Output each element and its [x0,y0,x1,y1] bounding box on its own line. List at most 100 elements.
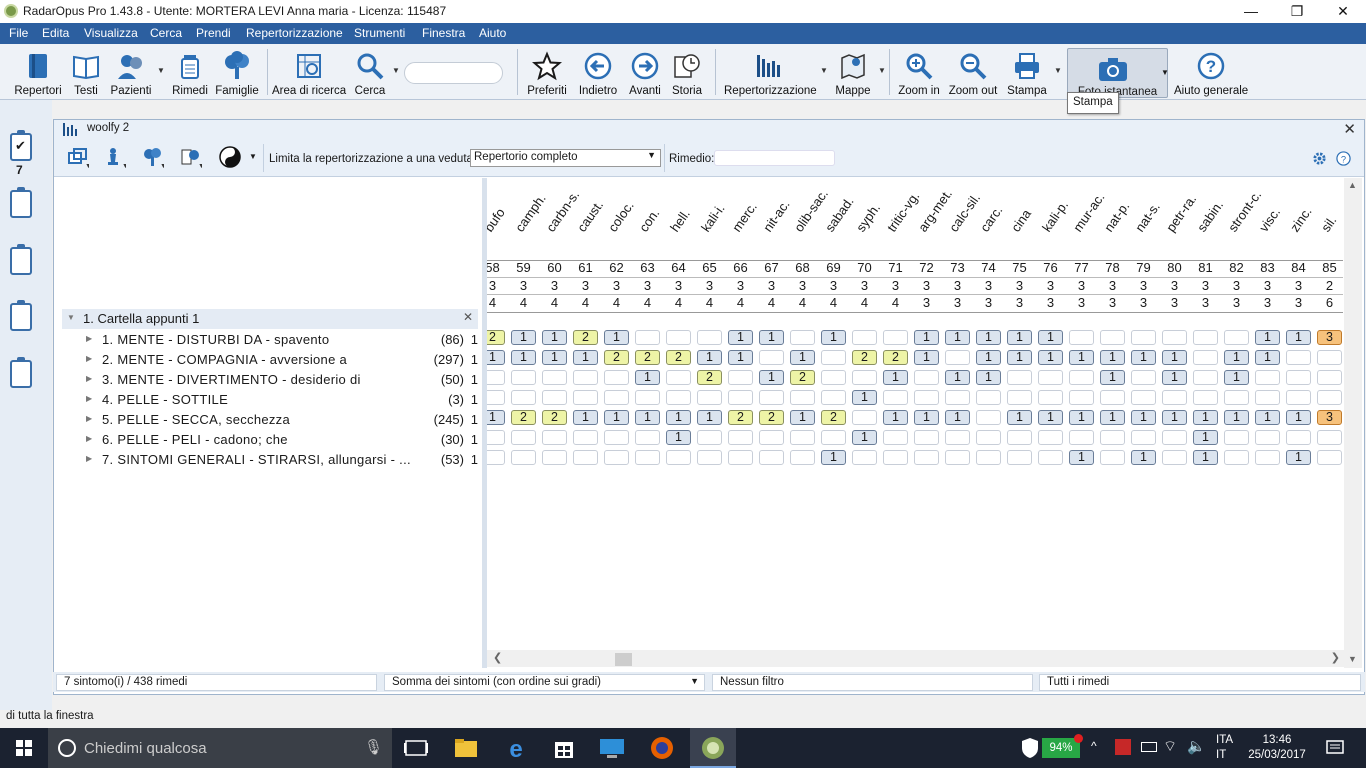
grade-cell[interactable] [1069,330,1094,345]
remedy-column[interactable]: cina 75 3 3 1 1 1 [1004,178,1035,668]
grade-cell[interactable] [1131,330,1156,345]
symptom-row[interactable]: ▶ 6. PELLE - PELI - cadono; che (30) 1 [54,430,482,450]
grade-cell[interactable] [635,430,660,445]
toolbar-search-input[interactable] [404,62,503,84]
menu-edita[interactable]: Edita [42,26,69,40]
grade-cell[interactable]: 2 [790,370,815,385]
grade-cell[interactable]: 2 [573,330,598,345]
grade-cell[interactable] [976,390,1001,405]
grade-cell[interactable]: 1 [697,410,722,425]
grade-cell[interactable]: 2 [635,350,660,365]
remedy-column[interactable]: merc. 66 3 4 1 1 2 [725,178,760,668]
grade-cell[interactable]: 1 [1255,410,1280,425]
grade-cell[interactable]: 1 [697,350,722,365]
stampa-button[interactable]: Stampa ▼ [1004,44,1062,100]
grade-cell[interactable] [542,450,567,465]
family-tree-icon[interactable]: ▼ [142,146,164,168]
grade-cell[interactable]: 1 [1286,330,1311,345]
grade-cell[interactable]: 1 [1069,350,1094,365]
grade-cell[interactable] [759,450,784,465]
grade-cell[interactable] [604,370,629,385]
grade-cell[interactable] [1162,390,1187,405]
gear-icon[interactable] [1312,151,1327,166]
horizontal-scrollbar[interactable]: ❮ ❯ [487,650,1344,667]
grade-cell[interactable] [883,390,908,405]
grade-cell[interactable] [821,370,846,385]
grade-cell[interactable] [573,370,598,385]
clipboard-1-icon[interactable]: ✔ [10,130,32,161]
remedy-column[interactable]: kali-p. 76 3 3 1 1 1 [1035,178,1071,668]
grade-cell[interactable]: 1 [852,390,877,405]
grade-cell[interactable] [1100,450,1125,465]
windows-start-icon[interactable] [0,728,48,768]
grade-cell[interactable] [790,430,815,445]
grade-cell[interactable] [945,430,970,445]
grade-cell[interactable] [728,450,753,465]
istantanea-dropdown-icon[interactable]: ▼ [1161,68,1169,77]
repertorizzazione-dropdown-icon[interactable]: ▼ [820,66,828,75]
grade-cell[interactable] [1162,430,1187,445]
grade-cell[interactable] [852,410,877,425]
remedy-column[interactable]: sil. 85 2 6 3 3 [1314,178,1343,668]
grade-cell[interactable] [728,430,753,445]
symptom-row[interactable]: ▶ 5. PELLE - SECCA, secchezza (245) 1 [54,410,482,430]
grade-cell[interactable] [945,450,970,465]
grade-cell[interactable]: 1 [1100,410,1125,425]
repertori-button[interactable]: Repertori [12,44,64,100]
remedy-column[interactable]: zinc. 84 3 3 1 1 1 [1283,178,1315,668]
grade-cell[interactable] [487,450,505,465]
grade-cell[interactable] [1131,430,1156,445]
grade-cell[interactable]: 2 [883,350,908,365]
grade-cell[interactable] [511,370,536,385]
method-select[interactable]: Somma dei sintomi (con ordine sui gradi)… [384,674,705,691]
grade-cell[interactable] [945,390,970,405]
grade-cell[interactable] [821,350,846,365]
rimedi-button[interactable]: Rimedi [172,44,208,100]
mappe-dropdown-icon[interactable]: ▼ [878,66,886,75]
remedy-column[interactable]: sabad. 69 3 4 1 2 1 [818,178,857,668]
grade-cell[interactable] [1193,370,1218,385]
expand-icon[interactable]: ▶ [86,354,92,363]
security-icon[interactable] [1016,734,1044,762]
help-circle-icon[interactable]: ? [1336,151,1351,166]
grade-cell[interactable]: 1 [487,410,505,425]
grade-cell[interactable] [1038,390,1063,405]
yin-yang-icon[interactable] [219,146,241,168]
clipboard-4-icon[interactable] [10,300,32,331]
folder-close-icon[interactable]: ✕ [463,310,473,324]
battery-tray-icon[interactable] [1141,742,1157,752]
remedies-field[interactable]: Tutti i rimedi [1039,674,1361,691]
grade-cell[interactable]: 1 [1286,410,1311,425]
area-di-ricerca-button[interactable]: Area di ricerca [272,44,346,100]
grade-cell[interactable]: 2 [821,410,846,425]
grade-cell[interactable] [487,370,505,385]
grade-cell[interactable]: 1 [1286,450,1311,465]
symptom-row[interactable]: ▶ 7. SINTOMI GENERALI - STIRARSI, allunga… [54,450,482,470]
grade-cell[interactable]: 2 [487,330,505,345]
grade-cell[interactable] [573,430,598,445]
microphone-icon[interactable]: 🎙 [364,738,383,756]
chevron-up-icon[interactable]: ^ [1091,739,1097,753]
filter-field[interactable]: Nessun filtro [712,674,1033,691]
menu-prendi[interactable]: Prendi [196,26,231,40]
grade-cell[interactable] [852,330,877,345]
remedy-column[interactable]: nat-p. 78 3 3 1 1 1 [1097,178,1132,668]
grade-cell[interactable]: 1 [1131,410,1156,425]
zoom-in-button[interactable]: Zoom in [896,44,942,100]
doc-close-icon[interactable]: ✕ [1343,120,1356,138]
grade-cell[interactable] [914,390,939,405]
grade-cell[interactable] [1131,390,1156,405]
grade-cell[interactable]: 1 [1069,450,1094,465]
mappe-button[interactable]: Mappe ▼ [834,44,886,100]
grade-cell[interactable]: 1 [1224,350,1249,365]
clipboard-3-icon[interactable] [10,244,32,275]
vertical-scrollbar[interactable]: ▲ ▼ [1344,178,1362,668]
grade-cell[interactable]: 1 [759,330,784,345]
grade-cell[interactable]: 1 [821,450,846,465]
chess-piece-icon[interactable]: ▼ [104,146,126,168]
grade-cell[interactable]: 1 [542,330,567,345]
grade-cell[interactable] [976,410,1001,425]
remedy-column[interactable]: sabin. 81 3 3 1 1 1 [1190,178,1226,668]
menu-strumenti[interactable]: Strumenti [354,26,405,40]
pazienti-dropdown-icon[interactable]: ▼ [157,66,165,75]
